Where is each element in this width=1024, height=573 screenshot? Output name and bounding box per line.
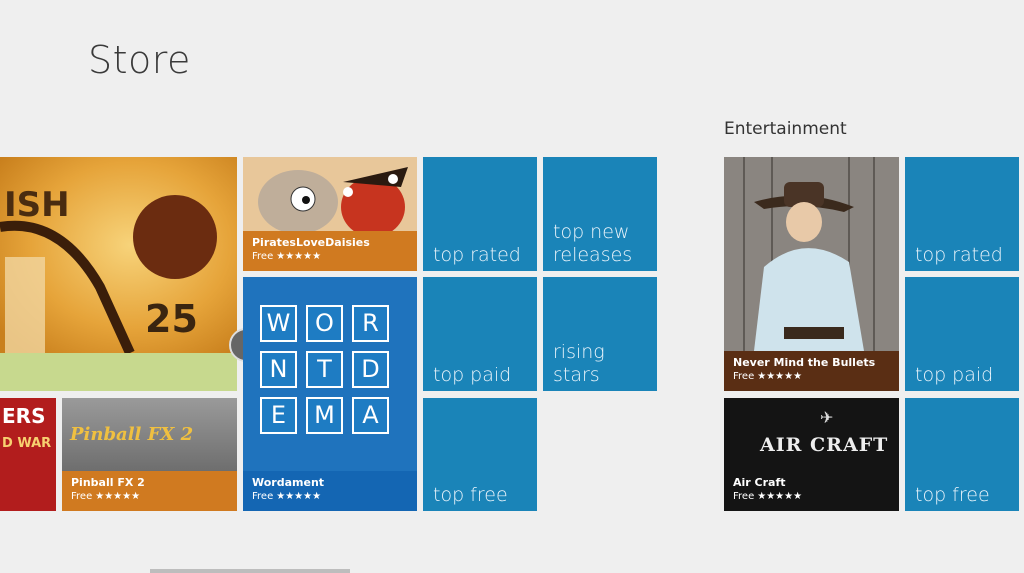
tile-entertainment-top-rated[interactable]: top rated <box>905 157 1019 271</box>
tile-label: top new releases <box>553 221 633 266</box>
tile-label: top paid <box>915 364 994 386</box>
featured-text-top: ISH <box>4 185 70 225</box>
app-name: Never Mind the Bullets <box>733 356 876 369</box>
tile-label: rising stars <box>553 341 605 386</box>
tile-entertainment-top-paid[interactable]: top paid <box>905 277 1019 391</box>
featured-text-number: 25 <box>145 297 198 341</box>
app-tile-never-mind-the-bullets[interactable]: Never Mind the Bullets Free ★★★★★ <box>724 157 899 391</box>
tile-label: top rated <box>433 244 521 266</box>
pinball-logo: Pinball FX 2 <box>70 424 194 445</box>
letter-cell: E <box>260 397 297 434</box>
tile-label: top free <box>433 484 508 506</box>
tile-top-rated[interactable]: top rated <box>423 157 537 271</box>
pirates-art-image <box>243 157 417 233</box>
rating-stars-icon: ★★★★★ <box>757 491 803 502</box>
partial-app-text2: D WAR <box>2 436 52 451</box>
aircraft-logo: AIR CRAFT <box>760 434 889 456</box>
app-tile-air-craft[interactable]: ✈ AIR CRAFT Air Craft Free ★★★★★ <box>724 398 899 511</box>
app-price: Free <box>733 371 755 382</box>
tile-label: top rated <box>915 244 1003 266</box>
letter-cell: N <box>260 351 297 388</box>
app-tile-wordament[interactable]: W O R N T D E M A Wordament Free ★★★★★ <box>243 277 417 511</box>
horizontal-scrollbar[interactable] <box>150 569 350 573</box>
page-title: Store <box>88 38 191 82</box>
letter-cell: W <box>260 305 297 342</box>
letter-cell: R <box>352 305 389 342</box>
tile-top-free[interactable]: top free <box>423 398 537 511</box>
tile-entertainment-top-free[interactable]: top free <box>905 398 1019 511</box>
tile-top-new-releases[interactable]: top new releases <box>543 157 657 271</box>
letter-cell: T <box>306 351 343 388</box>
tile-top-paid[interactable]: top paid <box>423 277 537 391</box>
app-price: Free <box>252 251 274 262</box>
tile-rising-stars[interactable]: rising stars <box>543 277 657 391</box>
app-tile-pirates-love-daisies[interactable]: PiratesLoveDaisies Free ★★★★★ <box>243 157 417 271</box>
paper-plane-icon: ✈ <box>820 408 834 427</box>
letter-cell: M <box>306 397 343 434</box>
app-name: Pinball FX 2 <box>71 476 145 489</box>
rating-stars-icon: ★★★★★ <box>276 491 322 502</box>
bullets-art-image <box>724 157 899 351</box>
rating-stars-icon: ★★★★★ <box>95 491 141 502</box>
app-price: Free <box>733 491 755 502</box>
app-name: PiratesLoveDaisies <box>252 236 370 249</box>
tile-label: top free <box>915 484 990 506</box>
featured-app-tile[interactable]: ISH 25 <box>0 157 237 391</box>
app-price: Free <box>252 491 274 502</box>
letter-cell: A <box>352 397 389 434</box>
app-name: Wordament <box>252 476 325 489</box>
partial-app-text1: ERS <box>2 404 46 428</box>
letter-cell: D <box>352 351 389 388</box>
letter-cell: O <box>306 305 343 342</box>
tile-label: top paid <box>433 364 512 386</box>
rating-stars-icon: ★★★★★ <box>276 251 322 262</box>
group-title-entertainment[interactable]: Entertainment <box>724 119 847 139</box>
partial-app-tile[interactable]: ERS D WAR <box>0 398 56 511</box>
app-price: Free <box>71 491 93 502</box>
app-name: Air Craft <box>733 476 786 489</box>
rating-stars-icon: ★★★★★ <box>757 371 803 382</box>
app-tile-pinball-fx2[interactable]: Pinball FX 2 Pinball FX 2 Free ★★★★★ <box>62 398 237 511</box>
